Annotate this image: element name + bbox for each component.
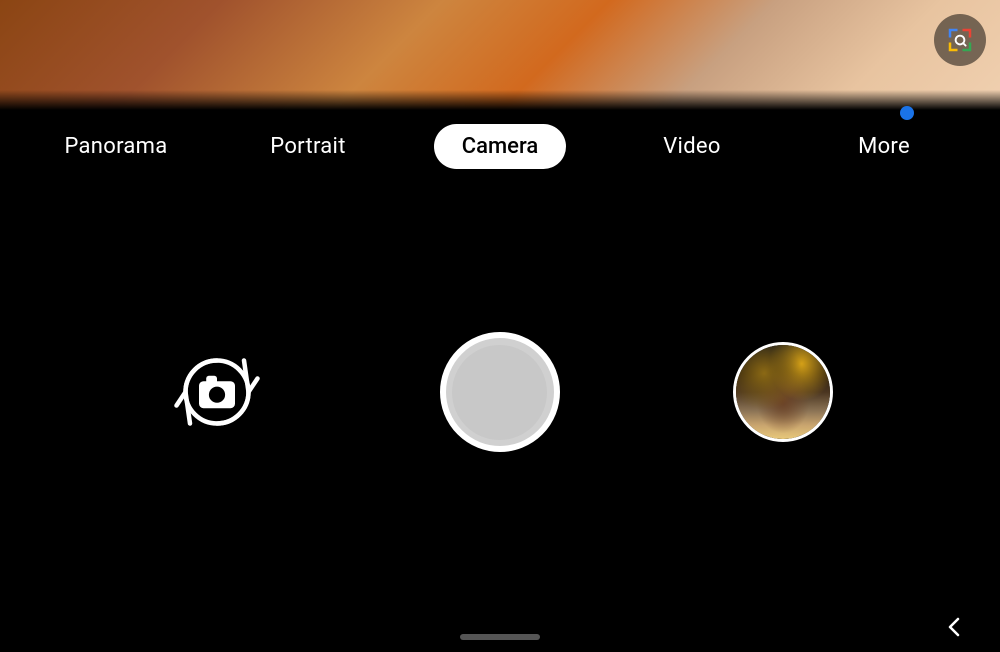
- flip-camera-button[interactable]: [167, 342, 267, 442]
- mode-more[interactable]: More: [788, 110, 980, 182]
- viewfinder: [0, 0, 1000, 110]
- shutter-inner: [452, 345, 547, 440]
- mode-camera[interactable]: Camera: [404, 110, 596, 182]
- gallery-button[interactable]: [733, 342, 833, 442]
- mode-camera-label: Camera: [462, 134, 538, 159]
- gesture-pill: [460, 634, 540, 640]
- back-button[interactable]: [940, 612, 970, 642]
- mode-portrait[interactable]: Portrait: [212, 110, 404, 182]
- mode-video-label: Video: [663, 134, 720, 159]
- shutter-button[interactable]: [440, 332, 560, 452]
- mode-portrait-label: Portrait: [270, 134, 345, 159]
- mode-panorama[interactable]: Panorama: [20, 110, 212, 182]
- bottom-bar: [0, 602, 1000, 652]
- mode-more-label: More: [858, 134, 910, 159]
- mode-panorama-label: Panorama: [64, 134, 167, 159]
- lens-button[interactable]: [934, 14, 986, 66]
- more-dot-indicator: [900, 106, 914, 120]
- gallery-thumbnail: [736, 345, 830, 439]
- mode-video[interactable]: Video: [596, 110, 788, 182]
- mode-bar: Panorama Portrait Camera Video More: [0, 110, 1000, 182]
- controls-area: [0, 182, 1000, 602]
